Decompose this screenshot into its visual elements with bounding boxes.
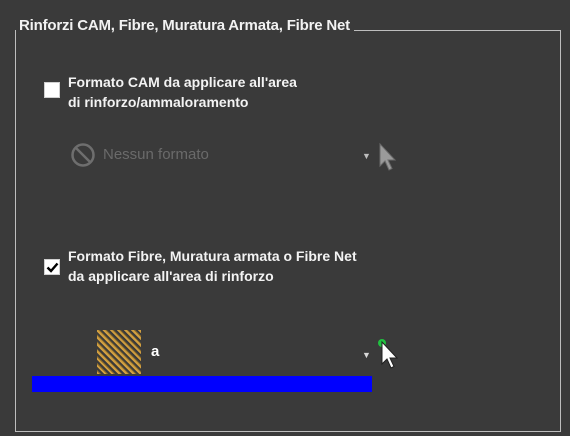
cam-label-line1: Formato CAM da applicare all'area [68, 74, 297, 90]
fibre-checkbox[interactable] [44, 259, 60, 275]
reinforcement-panel [7, 4, 563, 432]
fibre-label-line1: Formato Fibre, Muratura armata o Fibre N… [68, 248, 357, 264]
selection-highlight-bar [32, 376, 372, 392]
groupbox-title: Rinforzi CAM, Fibre, Muratura Armata, Fi… [16, 15, 354, 37]
cam-checkbox[interactable] [44, 82, 60, 98]
chevron-down-icon[interactable]: ▼ [362, 350, 371, 360]
fibre-pattern-swatch [97, 330, 141, 374]
cam-checkbox-label[interactable]: Formato CAM da applicare all'area di rin… [68, 72, 297, 112]
fibre-label-line2: da applicare all'area di rinforzo [68, 268, 274, 284]
chevron-down-icon[interactable]: ▼ [362, 151, 371, 161]
fibre-checkbox-label[interactable]: Formato Fibre, Muratura armata o Fibre N… [68, 246, 357, 286]
cam-label-line2: di rinforzo/ammaloramento [68, 94, 249, 110]
fibre-combo-value[interactable]: a [151, 343, 159, 360]
checkmark-icon [46, 262, 59, 273]
cam-format-combo[interactable]: Nessun formato [70, 140, 360, 170]
cam-combo-value: Nessun formato [103, 146, 209, 163]
cam-pick-pointer-icon[interactable] [376, 142, 398, 172]
fibre-pick-pointer-icon[interactable] [376, 338, 400, 370]
no-entry-icon [71, 143, 95, 167]
